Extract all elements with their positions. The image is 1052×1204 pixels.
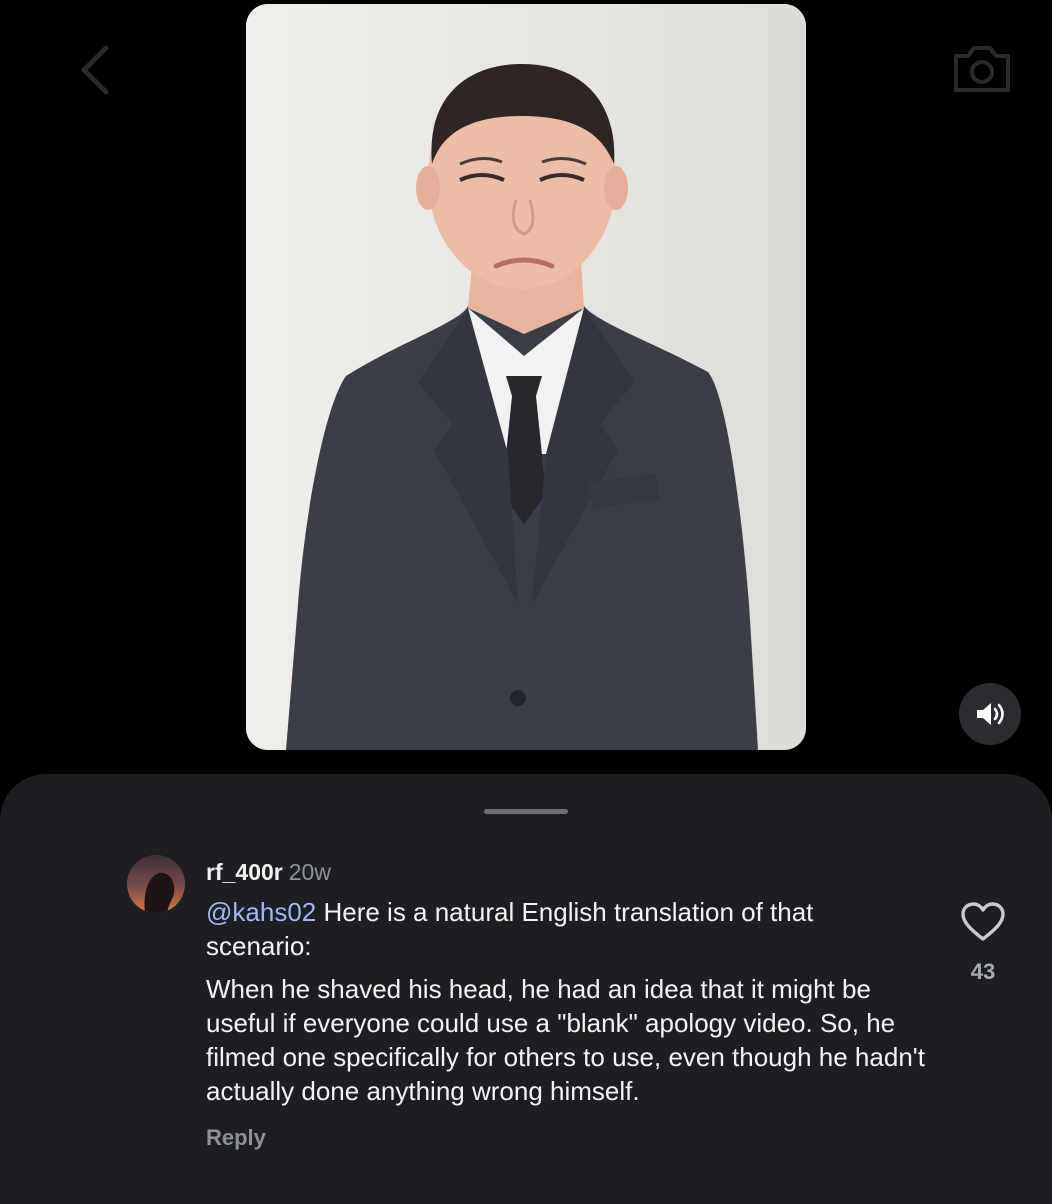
like-count: 43 (970, 959, 996, 984)
camera-icon (954, 46, 1010, 92)
chevron-left-icon (81, 45, 109, 95)
avatar[interactable] (127, 855, 185, 913)
comments-sheet: rf_400r 20w @kahs02 Here is a natural Eng… (0, 774, 1052, 1204)
video-frame-image (246, 4, 806, 750)
comment-meta: rf_400r 20w (206, 858, 926, 886)
video-player[interactable] (246, 4, 806, 750)
like-button[interactable] (960, 901, 1006, 943)
comment-text-paragraph: When he shaved his head, he had an idea … (206, 974, 925, 1106)
comment-username[interactable]: rf_400r (206, 859, 283, 885)
comment: rf_400r 20w @kahs02 Here is a natural Eng… (206, 858, 926, 1151)
comment-mention[interactable]: @kahs02 (206, 897, 316, 927)
reply-button[interactable]: Reply (206, 1125, 926, 1151)
speaker-icon (977, 703, 1004, 725)
comment-text: @kahs02 Here is a natural English transl… (206, 895, 926, 1108)
back-button[interactable] (70, 42, 118, 98)
avatar-image (127, 855, 185, 913)
camera-button[interactable] (950, 40, 1014, 96)
comment-time: 20w (288, 859, 331, 885)
mute-button[interactable] (959, 683, 1021, 745)
heart-icon (961, 902, 1005, 941)
sheet-grabber[interactable] (484, 809, 568, 814)
